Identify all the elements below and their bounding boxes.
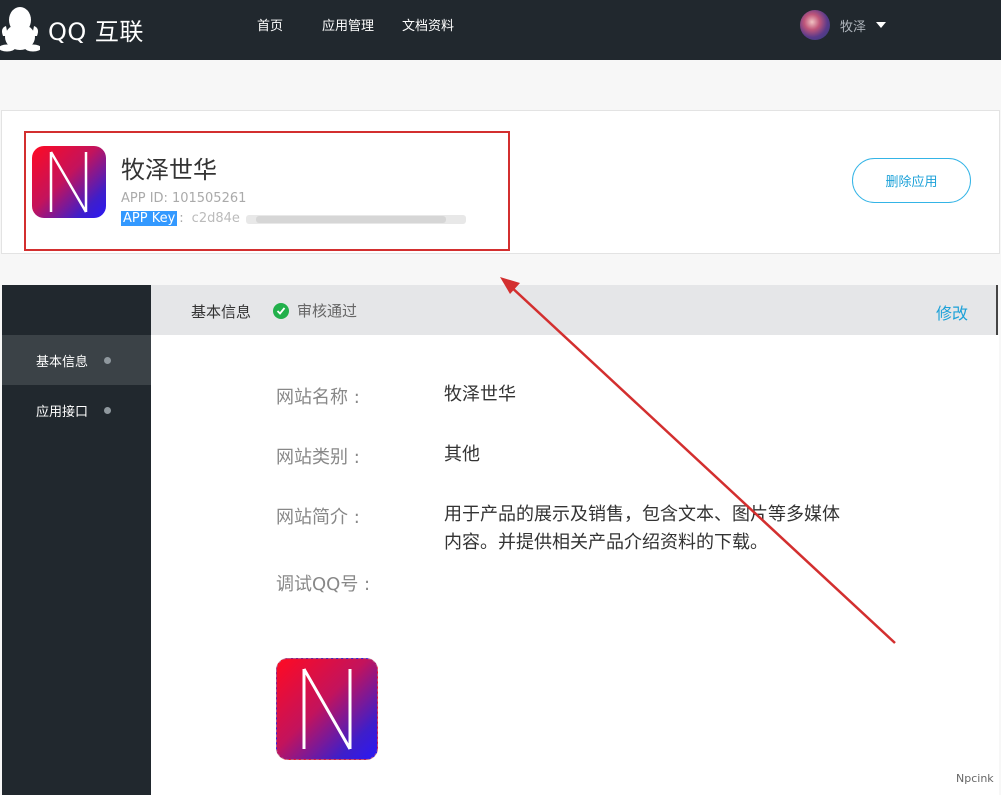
status-text: 审核通过 (297, 302, 358, 320)
qq-logo[interactable]: QQ 互联 (0, 6, 144, 52)
sidebar-item-basic-info[interactable]: 基本信息 (2, 335, 151, 385)
watermark: Npcink (956, 772, 994, 785)
logo-text: QQ 互联 (48, 17, 144, 46)
edit-button[interactable]: 修改 (936, 300, 968, 324)
user-menu[interactable]: 牧泽 (800, 10, 887, 40)
sidebar: 基本信息 应用接口 (2, 285, 151, 795)
top-navbar: QQ 互联 首页 应用管理 文档资料 牧泽 (0, 0, 1001, 60)
dot-icon (104, 356, 112, 364)
status-badge: 审核通过 (273, 300, 357, 321)
penguin-icon (0, 7, 40, 52)
avatar (800, 10, 830, 40)
delete-app-button[interactable]: 删除应用 (852, 158, 971, 203)
field-value-site-category: 其他 (444, 444, 480, 465)
content-header: 基本信息 审核通过 修改 (151, 285, 998, 335)
field-label-site-description: 网站简介 : (276, 507, 360, 528)
check-circle-icon (273, 302, 289, 319)
field-value-site-name: 牧泽世华 (444, 384, 516, 405)
panel-title: 基本信息 (191, 303, 252, 321)
n-logo-icon (302, 668, 352, 750)
dot-icon (104, 406, 112, 414)
nav-app-management[interactable]: 应用管理 (322, 15, 374, 34)
app-icon-large (276, 658, 378, 760)
caret-down-icon (876, 22, 887, 28)
annotation-highlight-box (24, 131, 510, 251)
nav-home[interactable]: 首页 (257, 15, 283, 34)
field-label-debug-qq: 调试QQ号 : (276, 574, 371, 595)
field-label-site-category: 网站类别 : (276, 447, 360, 468)
field-value-site-description: 用于产品的展示及销售，包含文本、图片等多媒体内容。并提供相关产品介绍资料的下载。 (444, 504, 840, 553)
nav-docs[interactable]: 文档资料 (402, 15, 454, 34)
user-name: 牧泽 (840, 19, 867, 35)
sidebar-item-label: 基本信息 (36, 354, 89, 370)
field-label-site-name: 网站名称 : (276, 387, 360, 408)
sidebar-item-app-api[interactable]: 应用接口 (2, 385, 151, 435)
sidebar-item-label: 应用接口 (36, 404, 89, 420)
